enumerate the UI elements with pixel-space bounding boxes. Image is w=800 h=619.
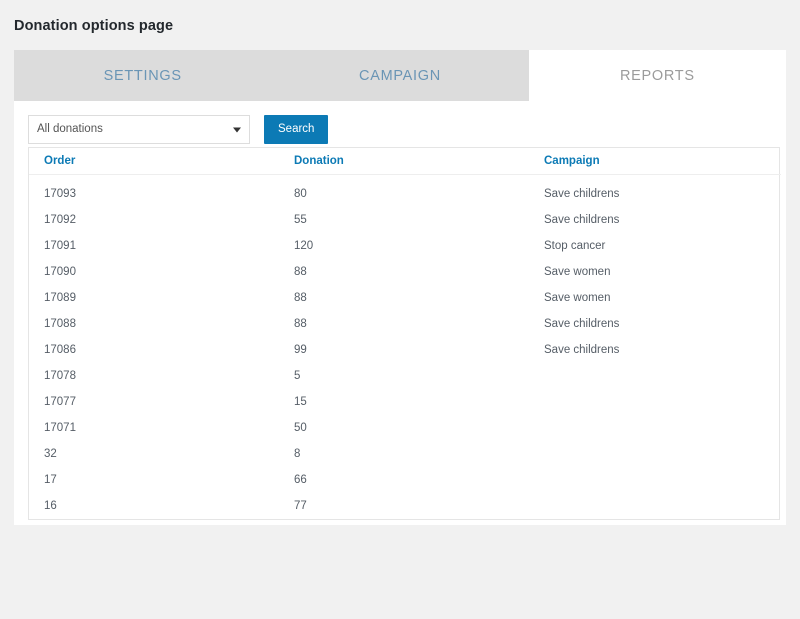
tab-settings-label: SETTINGS bbox=[103, 67, 182, 84]
tab-reports-label: REPORTS bbox=[619, 67, 695, 84]
cell-campaign bbox=[529, 415, 781, 441]
table-row: 17077 15 bbox=[29, 389, 781, 415]
cell-order[interactable]: 17 bbox=[29, 467, 279, 493]
cell-donation: 88 bbox=[294, 318, 307, 330]
reports-table: Order Donation Campaign 17093 80 Save chil… bbox=[29, 148, 781, 519]
table-row: 17078 5 bbox=[29, 363, 781, 389]
cell-campaign bbox=[529, 467, 781, 493]
cell-campaign bbox=[529, 363, 781, 389]
cell-order[interactable]: 17078 bbox=[29, 363, 279, 389]
cell-donation: 120 bbox=[294, 240, 314, 252]
cell-campaign: Save women bbox=[544, 292, 611, 304]
search-button[interactable]: Search bbox=[264, 115, 329, 144]
table-row: 17093 80 Save childrens bbox=[29, 181, 781, 207]
cell-order[interactable]: 16 bbox=[29, 493, 279, 519]
table-row: 16 77 bbox=[29, 493, 781, 519]
donation-filter-select[interactable]: All donations bbox=[28, 115, 250, 144]
donation-filter-value: All donations bbox=[37, 123, 103, 135]
cell-campaign bbox=[529, 441, 781, 467]
cell-order[interactable]: 32 bbox=[29, 441, 279, 467]
column-header-donation[interactable]: Donation bbox=[279, 148, 529, 175]
cell-campaign: Save childrens bbox=[544, 188, 620, 200]
table-row: 17091 120 Stop cancer bbox=[29, 233, 781, 259]
table-header-row: Order Donation Campaign bbox=[29, 148, 781, 175]
cell-donation: 88 bbox=[294, 292, 307, 304]
cell-order[interactable]: 17091 bbox=[29, 233, 279, 259]
cell-campaign: Save childrens bbox=[544, 214, 620, 226]
cell-donation: 50 bbox=[294, 422, 307, 434]
table-row: 32 8 bbox=[29, 441, 781, 467]
cell-order[interactable]: 17077 bbox=[29, 389, 279, 415]
page-title: Donation options page bbox=[14, 18, 174, 34]
tab-campaign[interactable]: CAMPAIGN bbox=[271, 50, 529, 101]
tab-campaign-label: CAMPAIGN bbox=[359, 67, 441, 84]
table-row: 17090 88 Save women bbox=[29, 259, 781, 285]
cell-donation: 15 bbox=[294, 396, 307, 408]
tab-reports[interactable]: REPORTS bbox=[528, 50, 786, 101]
table-body: 17093 80 Save childrens 17092 55 Save childre… bbox=[29, 175, 781, 520]
cell-donation: 66 bbox=[294, 474, 307, 486]
cell-donation: 88 bbox=[294, 266, 307, 278]
cell-campaign: Stop cancer bbox=[544, 240, 606, 252]
cell-order[interactable]: 17089 bbox=[29, 285, 279, 311]
column-header-order[interactable]: Order bbox=[29, 148, 279, 175]
cell-order[interactable]: 17071 bbox=[29, 415, 279, 441]
cell-campaign: Save childrens bbox=[544, 344, 620, 356]
cell-order[interactable]: 17092 bbox=[29, 207, 279, 233]
column-header-campaign[interactable]: Campaign bbox=[529, 148, 781, 175]
table-row: 17089 88 Save women bbox=[29, 285, 781, 311]
cell-donation: 8 bbox=[294, 448, 301, 460]
cell-order[interactable]: 17088 bbox=[29, 311, 279, 337]
reports-table-container: Order Donation Campaign 17093 80 Save chil… bbox=[28, 147, 781, 520]
table-head: Order Donation Campaign bbox=[29, 148, 781, 175]
table-row: 17086 99 Save childrens bbox=[29, 337, 781, 363]
donation-options-card: SETTINGS CAMPAIGN REPORTS All donations … bbox=[14, 50, 786, 525]
table-row: 17088 88 Save childrens bbox=[29, 311, 781, 337]
tab-bar: SETTINGS CAMPAIGN REPORTS bbox=[14, 50, 786, 101]
cell-order[interactable]: 17093 bbox=[29, 181, 279, 207]
cell-donation: 77 bbox=[294, 500, 307, 512]
table-row: 17 66 bbox=[29, 467, 781, 493]
tab-settings[interactable]: SETTINGS bbox=[14, 50, 272, 101]
cell-donation: 80 bbox=[294, 188, 307, 200]
table-row: 17071 50 bbox=[29, 415, 781, 441]
cell-campaign: Save childrens bbox=[544, 318, 620, 330]
cell-campaign bbox=[529, 493, 781, 519]
chevron-down-icon bbox=[233, 127, 241, 132]
cell-donation: 55 bbox=[294, 214, 307, 226]
cell-order[interactable]: 17090 bbox=[29, 259, 279, 285]
cell-campaign: Save women bbox=[544, 266, 611, 278]
table-row: 17092 55 Save childrens bbox=[29, 207, 781, 233]
cell-donation: 99 bbox=[294, 344, 307, 356]
cell-order[interactable]: 17086 bbox=[29, 337, 279, 363]
filter-toolbar: All donations Search bbox=[28, 115, 329, 144]
cell-donation: 5 bbox=[294, 370, 301, 382]
cell-campaign bbox=[529, 389, 781, 415]
